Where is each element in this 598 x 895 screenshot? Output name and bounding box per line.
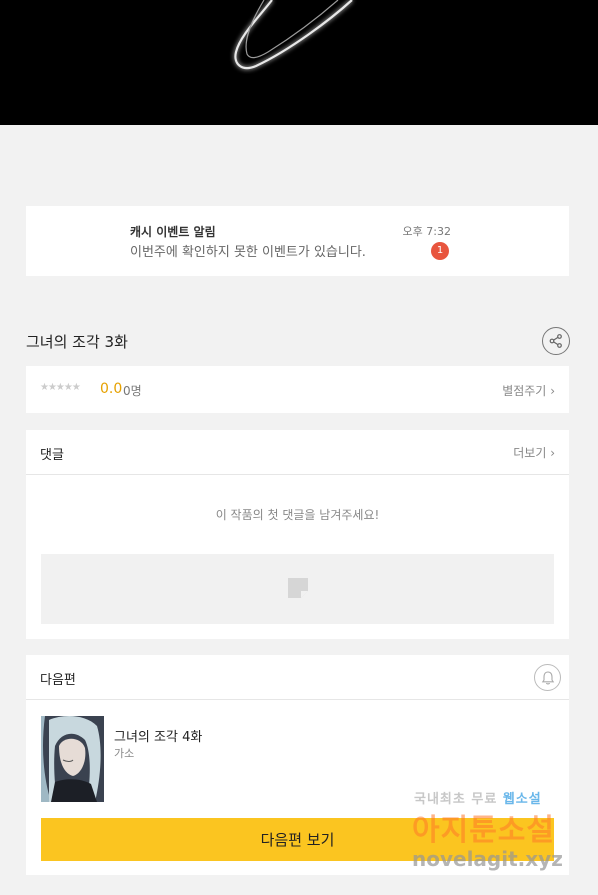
cash-event-notification[interactable]: 캐시 이벤트 알림 이번주에 확인하지 못한 이벤트가 있습니다. 오후 7:3… bbox=[26, 206, 569, 276]
notification-time: 오후 7:32 bbox=[402, 225, 451, 238]
star-rating-display: ★★★★★ bbox=[40, 382, 81, 393]
comments-section: 댓글 더보기 › 이 작품의 첫 댓글을 남겨주세요! bbox=[26, 430, 569, 639]
share-button[interactable] bbox=[542, 327, 570, 355]
next-episode-heading: 다음편 bbox=[40, 673, 76, 688]
chevron-right-icon: › bbox=[550, 384, 555, 398]
next-episode-header: 다음편 bbox=[26, 655, 569, 700]
rate-button-label: 별점주기 bbox=[502, 384, 547, 398]
next-episode-title[interactable]: 그녀의 조각 4화 bbox=[114, 726, 202, 745]
comments-more-link[interactable]: 더보기 › bbox=[513, 444, 555, 461]
notification-title: 캐시 이벤트 알림 bbox=[130, 225, 216, 239]
rate-button[interactable]: 별점주기 › bbox=[502, 382, 555, 399]
notification-body: 이번주에 확인하지 못한 이벤트가 있습니다. bbox=[130, 245, 366, 260]
rating-count: 0명 bbox=[123, 384, 142, 398]
bell-icon bbox=[541, 670, 554, 684]
share-icon bbox=[549, 334, 562, 348]
episode-hero-image bbox=[0, 0, 598, 125]
chevron-right-icon: › bbox=[550, 446, 555, 460]
episode-title: 그녀의 조각 3화 bbox=[26, 333, 128, 351]
comments-empty-message: 이 작품의 첫 댓글을 남겨주세요! bbox=[215, 508, 380, 522]
notification-bell-button[interactable] bbox=[534, 664, 561, 691]
character-portrait-image bbox=[41, 716, 104, 802]
rating-bar: ★★★★★ 0.0 0명 별점주기 › bbox=[26, 366, 569, 413]
more-link-label: 더보기 bbox=[513, 446, 547, 460]
next-episode-author: 가소 bbox=[114, 747, 135, 760]
next-episode-section: 다음편 그녀의 조각 4화 가소 다음편 보기 bbox=[26, 655, 569, 875]
hero-illustration bbox=[234, 0, 353, 70]
note-icon bbox=[288, 578, 308, 598]
view-next-episode-button[interactable]: 다음편 보기 bbox=[41, 818, 554, 861]
comments-title: 댓글 bbox=[40, 448, 64, 463]
comments-header: 댓글 더보기 › bbox=[26, 430, 569, 475]
next-episode-thumbnail[interactable] bbox=[41, 716, 104, 802]
notification-count-badge: 1 bbox=[431, 242, 449, 260]
comment-write-area[interactable] bbox=[41, 554, 554, 624]
rating-score: 0.0 bbox=[100, 381, 123, 397]
